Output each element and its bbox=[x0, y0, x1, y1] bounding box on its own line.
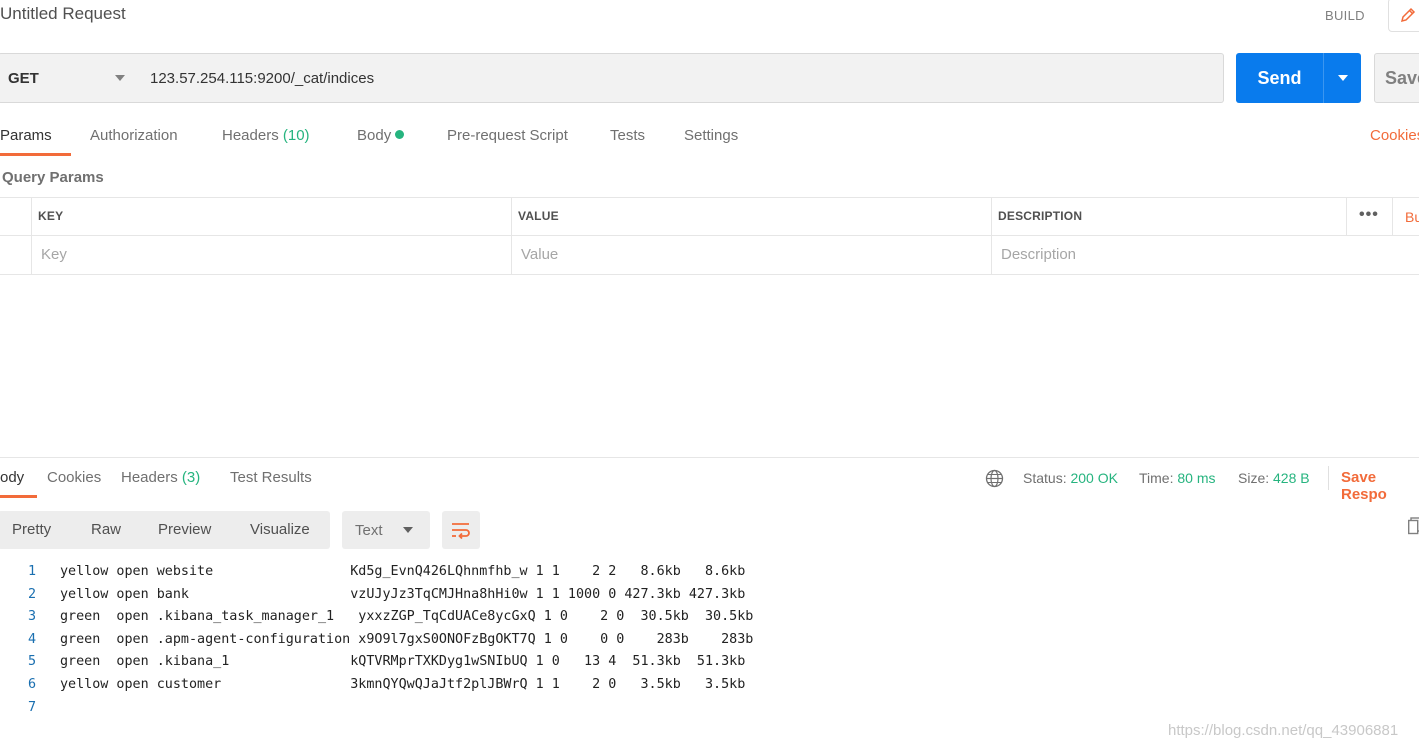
code-line: 5 green open .kibana_1 kQTVRMprTXKDyg1wSN… bbox=[0, 651, 753, 674]
line-content: yellow open website Kd5g_EvnQ426LQhnmfhb… bbox=[60, 564, 746, 579]
line-content: yellow open bank vzUJyJz3TqCMJHna8hHi0w … bbox=[60, 586, 746, 602]
tab-params[interactable]: Params bbox=[0, 127, 52, 144]
column-header-value: VALUE bbox=[518, 209, 559, 223]
cookies-link[interactable]: Cookies bbox=[1370, 127, 1419, 144]
response-tab-headers[interactable]: Headers (3) bbox=[121, 469, 200, 486]
table-col-divider bbox=[511, 197, 512, 275]
param-description-input[interactable]: Description bbox=[1001, 246, 1076, 263]
chevron-down-icon bbox=[1337, 75, 1348, 81]
view-pretty-button[interactable]: Pretty bbox=[12, 521, 51, 538]
wrap-lines-icon bbox=[452, 523, 470, 540]
code-line: 6 yellow open customer 3kmnQYQwQJaJtf2plJ… bbox=[0, 674, 753, 697]
response-tab-test-results[interactable]: Test Results bbox=[230, 469, 312, 486]
line-content: green open .apm-agent-configuration x9O9… bbox=[60, 631, 754, 647]
request-title[interactable]: Untitled Request bbox=[0, 4, 126, 24]
url-input[interactable]: 123.57.254.115:9200/_cat/indices bbox=[137, 53, 1224, 103]
view-visualize-button[interactable]: Visualize bbox=[250, 521, 310, 538]
tab-headers-count: (10) bbox=[282, 127, 310, 144]
query-params-title: Query Params bbox=[2, 169, 104, 186]
code-line: 2 yellow open bank vzUJyJz3TqCMJHna8hHi0w… bbox=[0, 584, 753, 607]
response-pane-divider[interactable] bbox=[0, 457, 1419, 458]
table-border-header bbox=[0, 235, 1419, 236]
tab-tests[interactable]: Tests bbox=[610, 127, 645, 144]
tab-settings[interactable]: Settings bbox=[684, 127, 738, 144]
size-value: 428 B bbox=[1273, 470, 1310, 486]
more-options-icon[interactable]: ••• bbox=[1359, 206, 1379, 224]
time-label: Time: bbox=[1139, 470, 1174, 486]
format-value: Text bbox=[355, 521, 383, 539]
column-header-key: KEY bbox=[38, 209, 64, 223]
tab-headers-label: Headers bbox=[222, 127, 279, 144]
line-number: 5 bbox=[27, 654, 36, 670]
time-value: 80 ms bbox=[1177, 470, 1216, 486]
code-line: 4 green open .apm-agent-configuration x9O… bbox=[0, 629, 753, 652]
tab-pre-request-script[interactable]: Pre-request Script bbox=[447, 127, 568, 144]
view-raw-button[interactable]: Raw bbox=[91, 521, 121, 538]
url-value: 123.57.254.115:9200/_cat/indices bbox=[150, 69, 375, 87]
code-line: 1 yellow open website Kd5g_EvnQ426LQhnmfh… bbox=[0, 561, 753, 584]
response-body-editor[interactable]: 1 yellow open website Kd5g_EvnQ426LQhnmfh… bbox=[0, 561, 753, 719]
globe-icon[interactable] bbox=[985, 469, 1004, 493]
method-value: GET bbox=[8, 69, 39, 87]
table-col-divider bbox=[1392, 197, 1393, 235]
watermark-text: https://blog.csdn.net/qq_43906881 bbox=[1168, 722, 1399, 739]
body-indicator-dot bbox=[395, 130, 405, 139]
line-content: yellow open customer 3kmnQYQwQJaJtf2plJB… bbox=[60, 676, 746, 692]
line-content: green open .kibana_1 kQTVRMprTXKDyg1wSNI… bbox=[60, 654, 746, 670]
tab-authorization[interactable]: Authorization bbox=[90, 127, 178, 144]
format-select[interactable]: Text bbox=[342, 511, 430, 549]
response-tab-cookies[interactable]: Cookies bbox=[47, 469, 101, 486]
response-time[interactable]: Time: 80 ms bbox=[1139, 470, 1216, 486]
code-line: 3 green open .kibana_task_manager_1 yxxzZ… bbox=[0, 606, 753, 629]
column-header-description: DESCRIPTION bbox=[998, 209, 1083, 223]
bulk-edit-link[interactable]: Bu bbox=[1405, 209, 1419, 225]
send-button[interactable]: Send bbox=[1236, 53, 1361, 103]
code-line: 7 bbox=[0, 697, 753, 720]
status-divider bbox=[1328, 466, 1329, 490]
line-number: 1 bbox=[27, 564, 36, 579]
table-col-divider bbox=[31, 197, 32, 275]
table-border-bottom bbox=[0, 274, 1419, 275]
save-response-button[interactable]: Save Respo bbox=[1341, 469, 1419, 503]
param-value-input[interactable]: Value bbox=[521, 246, 558, 263]
method-select[interactable]: GET bbox=[0, 53, 138, 103]
send-label: Send bbox=[1257, 67, 1302, 88]
build-mode-label[interactable]: BUILD bbox=[1325, 8, 1365, 23]
chevron-down-icon bbox=[403, 527, 413, 533]
copy-icon[interactable] bbox=[1407, 517, 1419, 540]
param-key-input[interactable]: Key bbox=[41, 246, 67, 263]
status-value: 200 OK bbox=[1070, 470, 1118, 486]
tab-body-label: Body bbox=[357, 127, 392, 144]
line-number: 3 bbox=[27, 609, 36, 625]
line-content bbox=[36, 697, 60, 720]
save-label: Save bbox=[1385, 67, 1419, 88]
table-col-divider bbox=[991, 197, 992, 275]
line-number: 7 bbox=[27, 699, 36, 715]
response-tab-body[interactable]: ody bbox=[0, 469, 24, 486]
response-headers-count: (3) bbox=[181, 469, 201, 486]
pencil-icon bbox=[1400, 7, 1416, 23]
response-status[interactable]: Status: 200 OK bbox=[1023, 470, 1118, 486]
line-number: 4 bbox=[27, 631, 36, 647]
size-label: Size: bbox=[1238, 470, 1270, 486]
line-content: green open .kibana_task_manager_1 yxxzZG… bbox=[60, 609, 754, 625]
line-number: 6 bbox=[27, 676, 36, 692]
status-label: Status: bbox=[1023, 470, 1067, 486]
save-button[interactable]: Save bbox=[1374, 53, 1419, 103]
tab-headers[interactable]: Headers (10) bbox=[222, 127, 310, 144]
tab-body[interactable]: Body bbox=[357, 127, 405, 144]
response-headers-label: Headers bbox=[121, 469, 178, 486]
chevron-down-icon bbox=[115, 75, 125, 81]
active-response-tab-indicator bbox=[0, 495, 37, 498]
active-tab-indicator bbox=[0, 153, 71, 156]
edit-button[interactable] bbox=[1388, 0, 1419, 32]
line-number: 2 bbox=[27, 586, 36, 602]
wrap-lines-button[interactable] bbox=[442, 511, 480, 549]
view-preview-button[interactable]: Preview bbox=[158, 521, 211, 538]
table-col-divider bbox=[1346, 197, 1347, 235]
send-options-button[interactable] bbox=[1324, 75, 1361, 81]
table-border-top bbox=[0, 197, 1419, 198]
response-size[interactable]: Size: 428 B bbox=[1238, 470, 1310, 486]
